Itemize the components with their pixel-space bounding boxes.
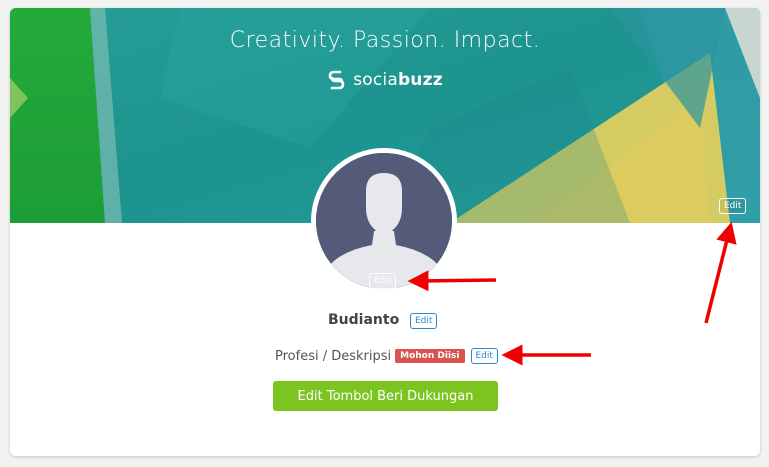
cover-tagline: Creativity. Passion. Impact. — [229, 28, 541, 53]
edit-name-button[interactable]: Edit — [410, 313, 438, 329]
profile-name: Budianto — [328, 312, 400, 328]
brand-name-light: socia — [353, 70, 398, 90]
brand-name-bold: buzz — [397, 70, 443, 90]
profession-row: Profesi / Deskripsi Mohon Diisi Edit — [275, 348, 498, 364]
edit-cover-button[interactable]: Edit — [719, 198, 747, 214]
edit-support-button[interactable]: Edit Tombol Beri Dukungan — [273, 381, 498, 411]
required-badge: Mohon Diisi — [395, 349, 465, 363]
profession-label: Profesi / Deskripsi — [275, 348, 392, 364]
profile-card: Creativity. Passion. Impact. sociabuzz E… — [10, 8, 760, 456]
edit-avatar-button[interactable]: Edit — [369, 273, 397, 289]
s-logo-icon — [328, 70, 345, 90]
brand-name: sociabuzz — [353, 70, 443, 90]
edit-profession-button[interactable]: Edit — [470, 348, 498, 364]
person-silhouette-icon — [316, 153, 452, 289]
brand-logo: sociabuzz — [10, 70, 760, 90]
avatar-image — [316, 153, 452, 289]
